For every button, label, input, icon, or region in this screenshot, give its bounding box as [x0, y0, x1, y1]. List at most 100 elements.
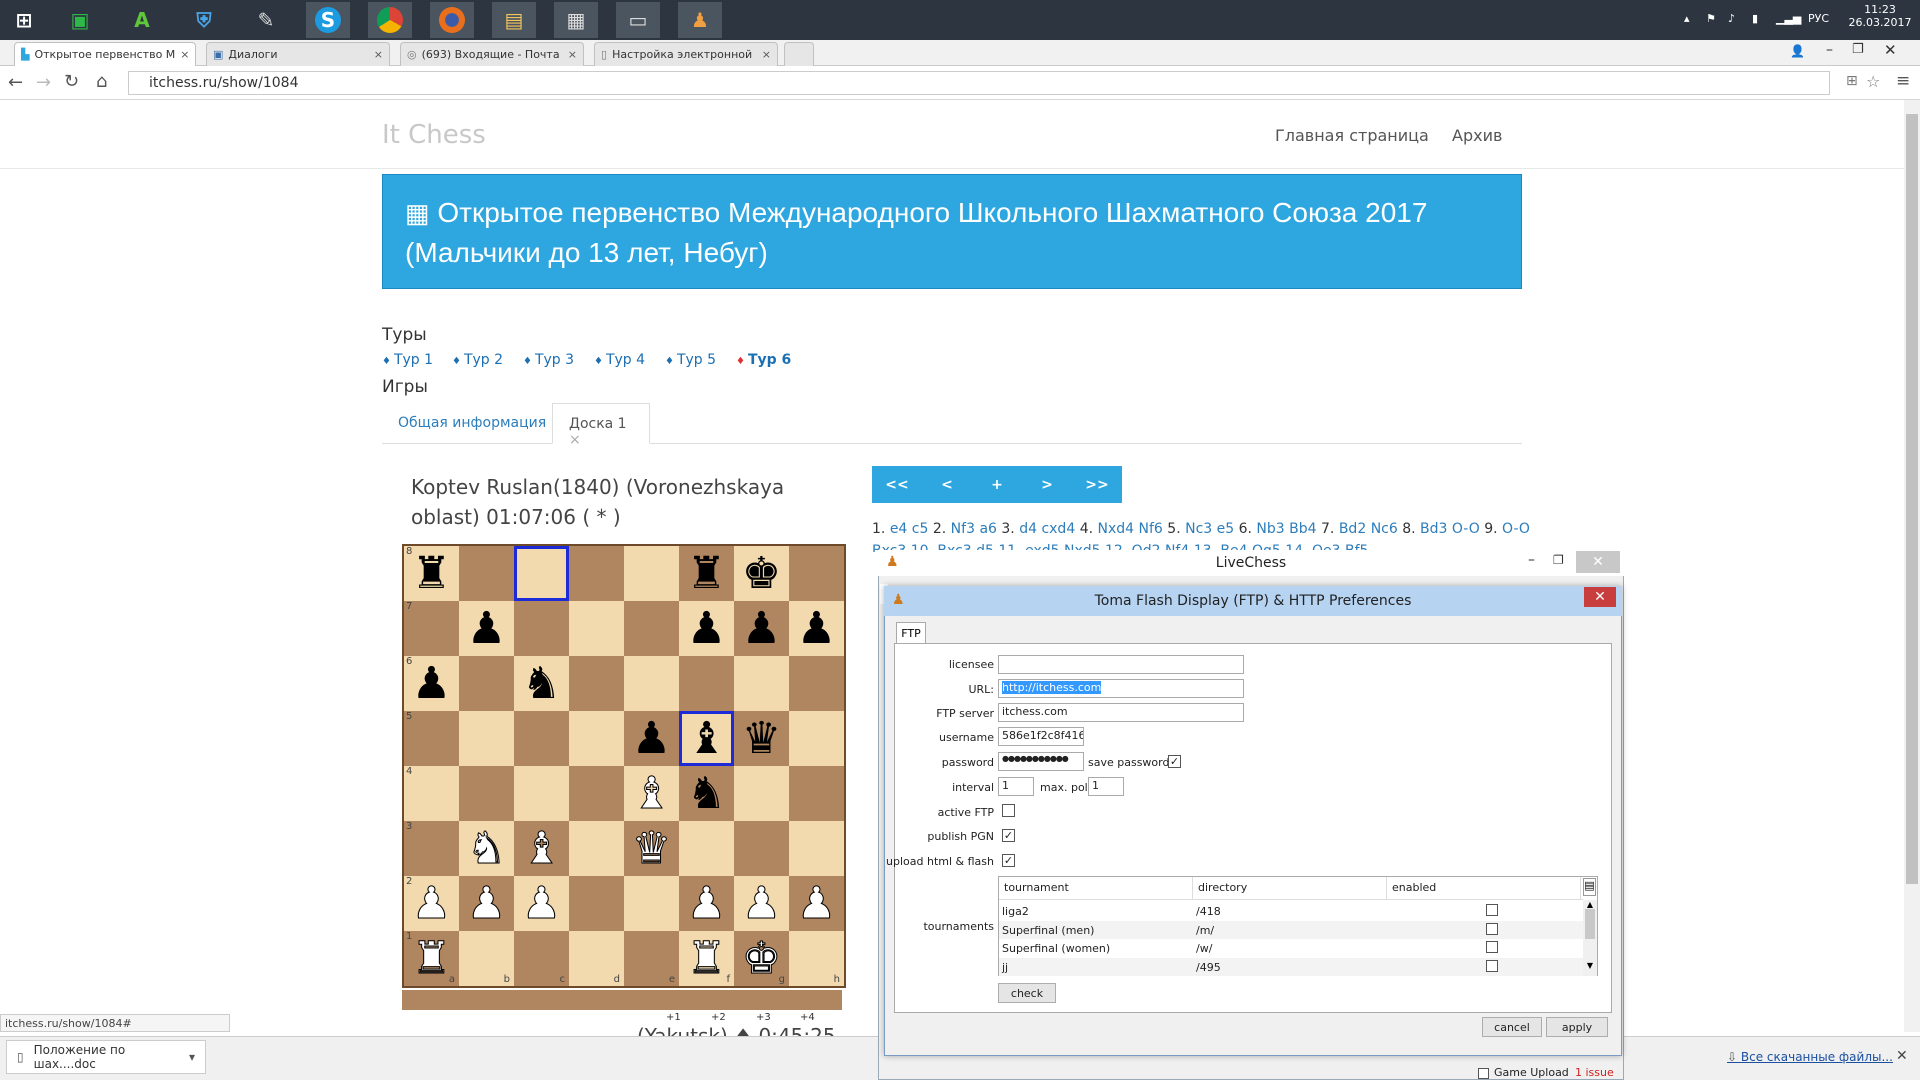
browser-tab-mail[interactable]: ◎ (693) Входящие - Почта ×: [400, 42, 584, 66]
white-pawn-icon[interactable]: ♟: [411, 881, 451, 926]
enabled-checkbox[interactable]: [1486, 941, 1498, 953]
translate-icon[interactable]: ⊞: [1846, 73, 1858, 89]
tour-link-1[interactable]: ♦ Тур 1: [382, 352, 433, 368]
white-pawn-icon[interactable]: ♟: [686, 881, 726, 926]
square-h3[interactable]: [789, 821, 844, 876]
url-field[interactable]: http://itchess.com: [998, 679, 1244, 698]
move-link[interactable]: O-O: [1502, 521, 1530, 537]
table-scrollbar[interactable]: ▲ ▼: [1583, 900, 1597, 976]
clock[interactable]: 11:23 26.03.2017: [1848, 3, 1912, 29]
square-h7[interactable]: ♟: [789, 601, 844, 656]
square-f5[interactable]: ♝: [679, 711, 734, 766]
move-link[interactable]: cxd4: [1041, 521, 1075, 537]
enabled-checkbox[interactable]: [1486, 959, 1498, 972]
interval-field[interactable]: 1: [998, 777, 1034, 796]
black-knight-icon[interactable]: ♞: [522, 661, 561, 706]
browser-tab-settings[interactable]: ▯ Настройка электронной ×: [594, 42, 778, 66]
white-queen-icon[interactable]: ♛: [631, 826, 671, 871]
bookmark-star-icon[interactable]: ☆: [1866, 72, 1880, 91]
square-e1[interactable]: e: [624, 931, 679, 986]
tour-link-3[interactable]: ♦ Тур 3: [523, 352, 574, 368]
square-g3[interactable]: [734, 821, 789, 876]
scroll-down-icon[interactable]: ▼: [1583, 961, 1597, 970]
next-move-button[interactable]: >: [1022, 466, 1072, 503]
square-b5[interactable]: [459, 711, 514, 766]
scroll-up-icon[interactable]: ▲: [1583, 900, 1597, 909]
col-enabled[interactable]: enabled: [1387, 877, 1581, 899]
white-pawn-icon[interactable]: ♟: [796, 881, 836, 926]
white-pawn-icon[interactable]: ♟: [466, 881, 506, 926]
white-king-icon[interactable]: ♚: [741, 936, 781, 981]
square-b3[interactable]: ♞: [459, 821, 514, 876]
square-d7[interactable]: [569, 601, 624, 656]
dialog-close-button[interactable]: ✕: [1584, 587, 1616, 607]
square-a6[interactable]: 6 ♟: [404, 656, 459, 711]
square-b8[interactable]: [459, 546, 514, 601]
store-icon[interactable]: ▣: [58, 2, 102, 38]
square-f2[interactable]: ♟: [679, 876, 734, 931]
forward-icon[interactable]: →: [36, 72, 51, 93]
white-rook-icon[interactable]: ♜: [411, 936, 451, 981]
square-f3[interactable]: [679, 821, 734, 876]
firefox-icon[interactable]: [430, 2, 474, 38]
black-pawn-icon[interactable]: ♟: [467, 606, 506, 651]
browser-tab-dialogs[interactable]: ▣ Диалоги ×: [206, 42, 390, 66]
square-c8[interactable]: [514, 546, 569, 601]
square-f4[interactable]: ♞: [679, 766, 734, 821]
close-tab-icon[interactable]: ×: [569, 432, 581, 448]
black-queen-icon[interactable]: ♛: [742, 716, 781, 761]
all-downloads-link[interactable]: ⇩ Все скачанные файлы...: [1727, 1050, 1893, 1064]
square-e8[interactable]: [624, 546, 679, 601]
username-field[interactable]: 586e1f2c8f416: [998, 727, 1084, 746]
windows-start-icon[interactable]: ⊞: [2, 2, 46, 38]
chevron-down-icon[interactable]: ▾: [189, 1050, 195, 1064]
square-b4[interactable]: [459, 766, 514, 821]
table-row[interactable]: Superfinal (men) /m/: [999, 920, 1583, 939]
publish-pgn-checkbox[interactable]: ✓: [1002, 829, 1015, 842]
file-manager-icon[interactable]: ▦: [554, 2, 598, 38]
square-h8[interactable]: [789, 546, 844, 601]
white-pawn-icon[interactable]: ♟: [521, 881, 561, 926]
square-e7[interactable]: [624, 601, 679, 656]
square-c4[interactable]: [514, 766, 569, 821]
app-a-icon[interactable]: A: [120, 2, 164, 38]
tour-link-6[interactable]: ♦ Тур 6: [736, 352, 791, 368]
square-e4[interactable]: ♝: [624, 766, 679, 821]
close-tab-icon[interactable]: ×: [762, 48, 771, 61]
paint-icon[interactable]: ✎: [244, 2, 288, 38]
browser-tab-itchess[interactable]: ▙ Открытое первенство М ×: [14, 42, 196, 66]
square-c1[interactable]: c: [514, 931, 569, 986]
first-move-button[interactable]: <<: [872, 466, 922, 503]
folder-icon[interactable]: ▤: [492, 2, 536, 38]
flag-icon[interactable]: ⚑: [1706, 12, 1716, 25]
white-bishop-icon[interactable]: ♝: [631, 771, 671, 816]
square-a2[interactable]: 2 ♟: [404, 876, 459, 931]
square-g6[interactable]: [734, 656, 789, 711]
black-rook-icon[interactable]: ♜: [412, 551, 451, 596]
move-link[interactable]: Nf3: [951, 521, 975, 537]
menu-icon[interactable]: ≡: [1896, 71, 1910, 91]
tray-arrow-icon[interactable]: ▴: [1684, 12, 1690, 25]
square-f1[interactable]: f ♜: [679, 931, 734, 986]
square-d3[interactable]: [569, 821, 624, 876]
close-tab-icon[interactable]: ×: [568, 48, 577, 61]
tour-link-5[interactable]: ♦ Тур 5: [665, 352, 716, 368]
close-tab-icon[interactable]: ×: [180, 48, 189, 61]
upload-html-flash-checkbox[interactable]: ✓: [1002, 854, 1015, 867]
enabled-checkbox[interactable]: [1486, 922, 1498, 935]
square-d8[interactable]: [569, 546, 624, 601]
black-pawn-icon[interactable]: ♟: [797, 606, 836, 651]
download-item[interactable]: ▯ Положение по шах....doc ▾: [6, 1040, 206, 1074]
column-chooser-icon[interactable]: ▤: [1583, 878, 1596, 896]
chrome-icon[interactable]: [368, 2, 412, 38]
last-move-button[interactable]: >>: [1072, 466, 1122, 503]
livechess-icon[interactable]: ♟: [678, 2, 722, 38]
close-download-bar-icon[interactable]: ✕: [1896, 1048, 1908, 1064]
move-link[interactable]: d4: [1019, 521, 1037, 537]
ftp-server-field[interactable]: itchess.com: [998, 703, 1244, 722]
black-knight-icon[interactable]: ♞: [687, 771, 726, 816]
square-b1[interactable]: b: [459, 931, 514, 986]
square-d6[interactable]: [569, 656, 624, 711]
square-g4[interactable]: [734, 766, 789, 821]
new-tab-button[interactable]: [784, 42, 814, 66]
